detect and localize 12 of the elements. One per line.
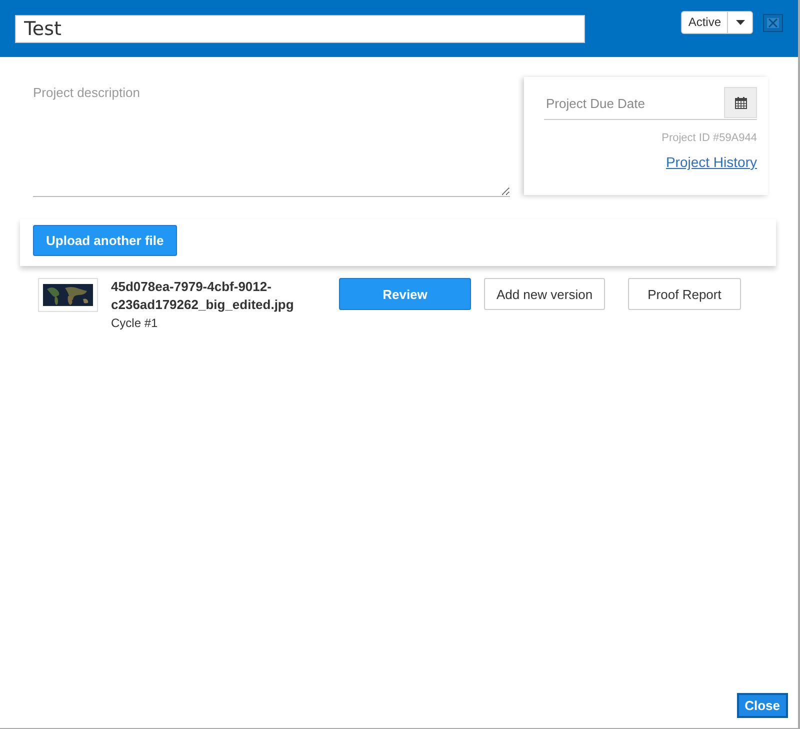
calendar-button[interactable] [724,87,757,118]
status-dropdown[interactable]: Active [681,11,753,34]
file-name: 45d078ea-7979-4cbf-9012-c236ad179262_big_edited.jpg [111,278,295,314]
project-history-link[interactable]: Project History [666,154,757,170]
title-field[interactable]: Test [15,14,585,42]
project-id: Project ID #59A944 [662,132,757,144]
close-button[interactable]: Close [736,693,788,718]
calendar-icon [734,96,746,108]
add-version-button[interactable]: Add new version [484,278,605,310]
caret-icon [736,20,744,25]
cycle-label: Cycle #1 [111,316,159,330]
report-button[interactable]: Proof Report [628,278,741,310]
